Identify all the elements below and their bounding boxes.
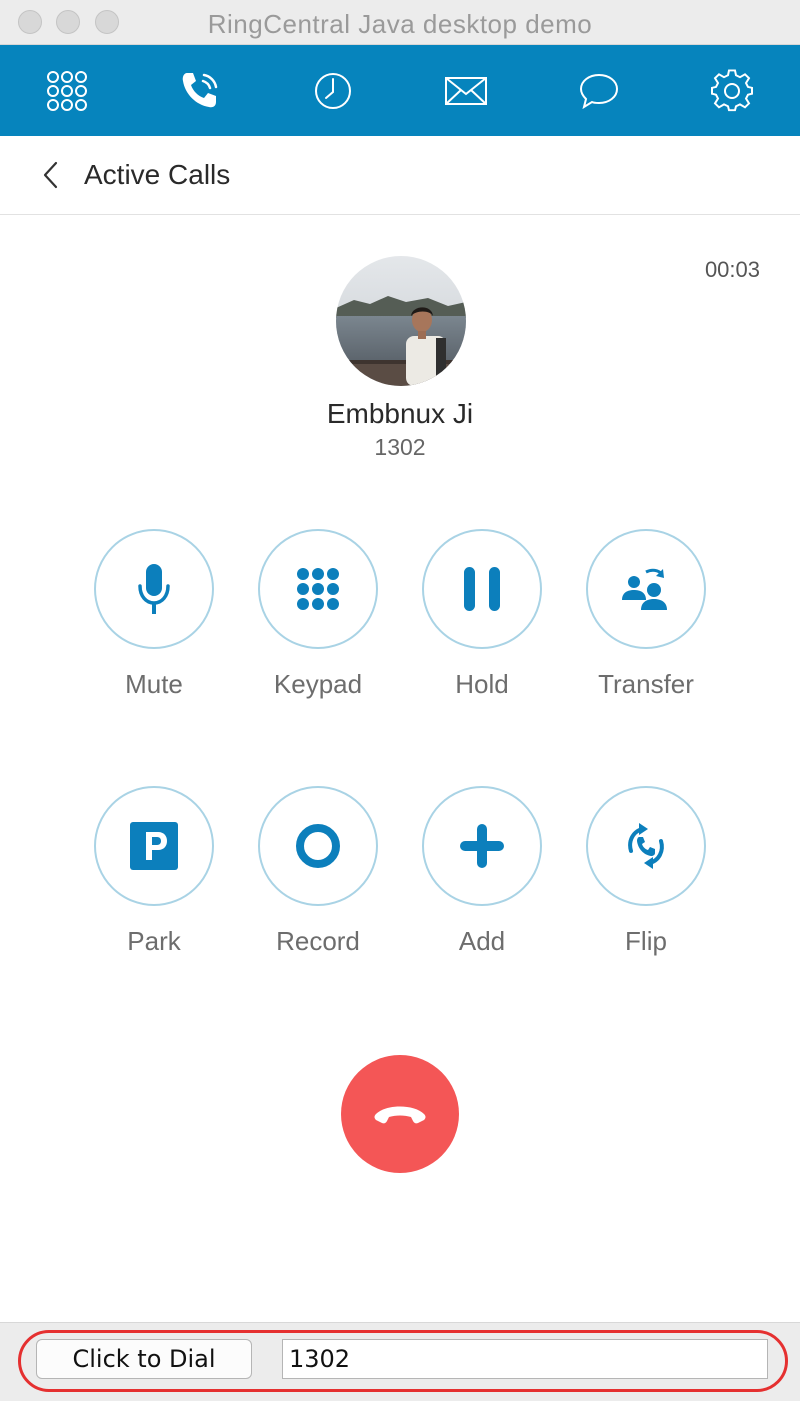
hold-button[interactable]: Hold [412, 529, 552, 729]
nav-settings[interactable] [682, 45, 782, 136]
transfer-icon [622, 568, 667, 610]
nav-chat[interactable] [549, 45, 649, 136]
pause-icon [464, 567, 500, 611]
keypad-icon [297, 568, 339, 610]
caller-name: Embbnux Ji [326, 398, 474, 429]
record-circle [258, 786, 378, 906]
keypad-button[interactable]: Keypad [248, 529, 388, 729]
click-to-dial-bar: Click to Dial [0, 1322, 800, 1401]
transfer-button[interactable]: Transfer [576, 529, 716, 729]
caller-number: 1302 [374, 434, 426, 460]
microphone-icon [138, 564, 170, 614]
nav-dialpad[interactable] [17, 45, 117, 136]
keypad-label: Keypad [273, 669, 363, 699]
flip-label: Flip [625, 926, 667, 956]
phone-call-icon [182, 72, 218, 107]
record-button[interactable]: Record [248, 786, 388, 986]
click-to-dial-button[interactable]: Click to Dial [36, 1339, 252, 1379]
hold-label: Hold [455, 669, 509, 699]
envelope-icon [445, 76, 487, 105]
add-call-button[interactable]: Add [412, 786, 552, 986]
flip-button[interactable]: Flip [576, 786, 716, 986]
dial-number-input[interactable] [282, 1339, 768, 1379]
back-button[interactable] [38, 160, 66, 190]
mute-button[interactable]: Mute [84, 529, 224, 729]
clock-icon [315, 72, 351, 109]
top-nav-bar [0, 45, 800, 136]
add-label: Add [458, 926, 506, 956]
window-titlebar: RingCentral Java desktop demo [0, 0, 800, 45]
hang-up-button[interactable] [341, 1055, 459, 1173]
keypad-circle [258, 529, 378, 649]
hold-circle [422, 529, 542, 649]
window-title: RingCentral Java desktop demo [207, 9, 593, 39]
plus-icon [460, 824, 504, 868]
hang-up-icon [374, 1106, 426, 1124]
nav-call-history[interactable] [283, 45, 383, 136]
mute-circle [94, 529, 214, 649]
record-icon [296, 824, 340, 868]
flip-icon [628, 823, 664, 869]
caller-avatar [336, 256, 466, 386]
park-icon [130, 822, 178, 870]
chat-bubble-icon [579, 73, 619, 109]
transfer-label: Transfer [598, 669, 694, 699]
nav-messages[interactable] [416, 45, 516, 136]
page-header: Active Calls [0, 136, 800, 215]
park-button[interactable]: Park [84, 786, 224, 986]
call-timer: 00:03 [704, 257, 760, 282]
transfer-circle [586, 529, 706, 649]
add-circle [422, 786, 542, 906]
flip-circle [586, 786, 706, 906]
avatar-photo [336, 256, 466, 386]
page-title: Active Calls [84, 159, 231, 190]
gear-icon [711, 68, 753, 111]
park-label: Park [127, 926, 181, 956]
record-label: Record [276, 926, 360, 956]
dialpad-grid-icon [47, 70, 87, 111]
mute-label: Mute [125, 669, 183, 699]
nav-active-calls[interactable] [150, 45, 250, 136]
chevron-left-icon [43, 161, 58, 189]
park-circle [94, 786, 214, 906]
